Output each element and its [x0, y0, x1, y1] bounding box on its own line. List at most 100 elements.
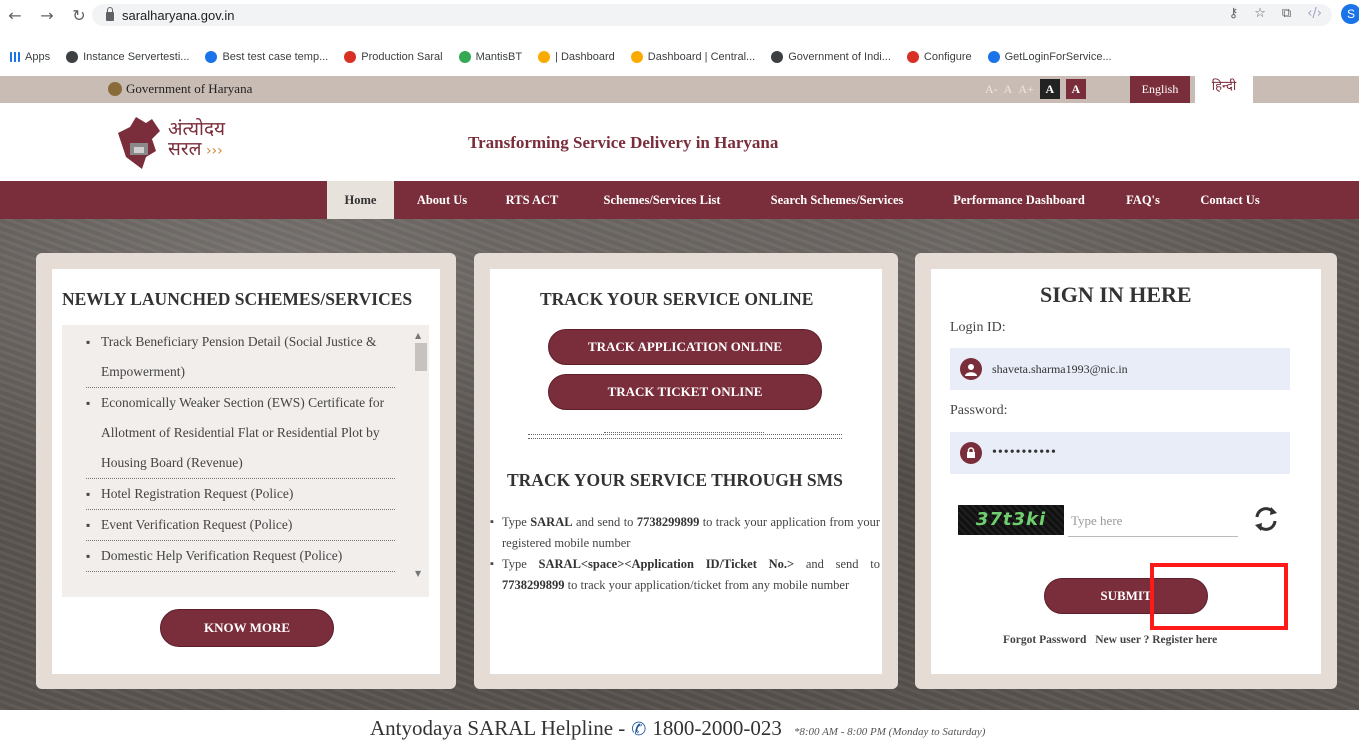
nav-home[interactable]: Home	[327, 181, 394, 219]
star-icon[interactable]: ☆	[1254, 6, 1266, 21]
apps-grid-icon	[10, 52, 20, 62]
nav-rts-act[interactable]: RTS ACT	[488, 181, 576, 219]
bookmark-item[interactable]: MantisBT	[458, 51, 523, 63]
captcha-image: 37t3ki	[958, 505, 1064, 535]
font-decrease[interactable]: A-	[985, 82, 998, 97]
login-id-value: shaveta.sharma1993@nic.in	[992, 361, 1128, 376]
bookmark-item[interactable]: | Dashboard	[538, 51, 615, 63]
bookmark-favicon-icon	[906, 51, 919, 63]
password-value: •••••••••••	[992, 445, 1057, 460]
helpline: Antyodaya SARAL Helpline - ✆ 1800-2000-0…	[370, 716, 985, 741]
register-link[interactable]: New user ? Register here	[1095, 634, 1217, 646]
bookmark-label: Instance Servertesti...	[83, 51, 190, 63]
profile-avatar[interactable]: S	[1341, 4, 1359, 24]
divider-accent	[604, 428, 764, 433]
browser-chrome: ← → ↻ saralharyana.gov.in ⚷ ☆ ⧉ ‹/› S Ap…	[0, 0, 1359, 63]
sms-instruction-2: Type SARAL<space><Application ID/Ticket …	[490, 554, 880, 596]
track-application-button[interactable]: TRACK APPLICATION ONLINE	[548, 329, 822, 365]
refresh-icon[interactable]	[1251, 504, 1281, 534]
signin-title: SIGN IN HERE	[1040, 282, 1192, 307]
nav-faqs[interactable]: FAQ's	[1112, 181, 1174, 219]
bookmark-favicon-icon	[987, 51, 1000, 63]
bookmark-item[interactable]: Production Saral	[344, 51, 443, 63]
sms-instructions: Type SARAL and send to 7738299899 to tra…	[490, 512, 880, 596]
scroll-thumb[interactable]	[415, 343, 427, 371]
nav-schemes-list[interactable]: Schemes/Services List	[584, 181, 740, 219]
omnibox-icons: ⚷ ☆ ⧉ ‹/›	[1229, 6, 1322, 21]
bookmark-favicon-icon	[344, 51, 357, 63]
bookmark-label: MantisBT	[475, 51, 523, 63]
back-icon[interactable]: ←	[4, 6, 26, 25]
apps-bookmark[interactable]: Apps	[10, 51, 50, 63]
bookmark-item[interactable]: Government of Indi...	[771, 51, 891, 63]
know-more-button[interactable]: KNOW MORE	[160, 609, 334, 647]
list-item[interactable]: Domestic Help Verification Request (Poli…	[86, 541, 395, 572]
extension-icon[interactable]: ⧉	[1282, 6, 1291, 21]
bookmark-item[interactable]: Instance Servertesti...	[66, 51, 189, 63]
sms-instruction-1: Type SARAL and send to 7738299899 to tra…	[490, 512, 880, 554]
divider	[528, 434, 842, 439]
lang-hindi[interactable]: हिन्दी	[1195, 76, 1253, 103]
scroll-up-icon[interactable]: ▲	[415, 331, 421, 340]
code-icon[interactable]: ‹/›	[1307, 6, 1322, 21]
password-field[interactable]: •••••••••••	[950, 432, 1290, 474]
highlight-annotation	[1150, 563, 1288, 630]
saral-logo[interactable]: अंत्योदय सरल ›››	[112, 109, 262, 175]
schemes-list: Track Beneficiary Pension Detail (Social…	[62, 325, 429, 597]
bookmarks-bar: Apps Instance Servertesti... Best test cas…	[0, 46, 1359, 68]
bookmark-favicon-icon	[458, 51, 471, 63]
nav-contact-us[interactable]: Contact Us	[1182, 181, 1278, 219]
forgot-password-link[interactable]: Forgot Password	[1003, 634, 1086, 646]
padlock-icon	[960, 442, 982, 464]
bookmark-item[interactable]: Dashboard | Central...	[630, 51, 755, 63]
address-bar[interactable]: saralharyana.gov.in ⚷ ☆ ⧉ ‹/›	[92, 4, 1332, 26]
tagline: Transforming Service Delivery in Haryana	[468, 133, 779, 152]
lang-english[interactable]: English	[1130, 76, 1190, 103]
list-item[interactable]: Event Verification Request (Police)	[86, 510, 395, 541]
bookmark-label: Configure	[923, 51, 972, 63]
nav-search-schemes[interactable]: Search Schemes/Services	[748, 181, 926, 219]
track-ticket-button[interactable]: TRACK TICKET ONLINE	[548, 374, 822, 410]
contrast-dark[interactable]: A	[1039, 79, 1060, 99]
bookmark-label: Production Saral	[361, 51, 443, 63]
bookmark-label: | Dashboard	[555, 51, 615, 63]
bookmark-favicon-icon	[771, 51, 784, 63]
bookmark-favicon-icon	[630, 51, 643, 63]
list-item[interactable]: Hotel Registration Request (Police)	[86, 479, 395, 510]
login-id-field[interactable]: shaveta.sharma1993@nic.in	[950, 348, 1290, 390]
bookmark-item[interactable]: Best test case temp...	[205, 51, 328, 63]
logo-text: अंत्योदय सरल ›››	[168, 119, 225, 161]
main-nav: Home About Us RTS ACT Schemes/Services L…	[0, 181, 1359, 219]
contrast-maroon[interactable]: A	[1065, 79, 1086, 99]
login-id-label: Login ID:	[950, 320, 1006, 335]
list-item[interactable]: Track Beneficiary Pension Detail (Social…	[86, 327, 395, 388]
scroll-down-icon[interactable]: ▼	[415, 569, 421, 578]
url-text: saralharyana.gov.in	[122, 7, 235, 23]
password-label: Password:	[950, 403, 1008, 418]
helpline-number[interactable]: 1800-2000-023	[652, 716, 782, 741]
schemes-scrollbar[interactable]: ▲ ▼	[413, 331, 427, 583]
schemes-title: NEWLY LAUNCHED SCHEMES/SERVICES	[62, 289, 413, 309]
key-icon[interactable]: ⚷	[1229, 6, 1239, 21]
bookmark-item[interactable]: Configure	[906, 51, 972, 63]
bookmark-item[interactable]: GetLoginForService...	[987, 51, 1112, 63]
phone-icon: ✆	[631, 719, 647, 740]
reload-icon[interactable]: ↻	[68, 6, 90, 25]
forward-icon[interactable]: →	[36, 6, 58, 25]
emblem-icon	[108, 82, 122, 96]
signin-links: Forgot Password New user ? Register here	[1003, 634, 1223, 646]
address-row: ← → ↻ saralharyana.gov.in ⚷ ☆ ⧉ ‹/› S	[0, 0, 1359, 30]
font-normal[interactable]: A	[1004, 82, 1013, 97]
track-title: TRACK YOUR SERVICE ONLINE	[540, 289, 814, 309]
bookmark-label: GetLoginForService...	[1004, 51, 1112, 63]
font-increase[interactable]: A+	[1018, 82, 1033, 97]
bookmark-label: Best test case temp...	[222, 51, 329, 63]
nav-about-us[interactable]: About Us	[404, 181, 480, 219]
captcha-input[interactable]	[1068, 505, 1238, 537]
list-item[interactable]: Economically Weaker Section (EWS) Certif…	[86, 388, 395, 479]
nav-performance-dashboard[interactable]: Performance Dashboard	[934, 181, 1104, 219]
sms-title: TRACK YOUR SERVICE THROUGH SMS	[507, 470, 843, 490]
lock-icon	[106, 6, 114, 21]
helpline-label: Antyodaya SARAL Helpline -	[370, 716, 626, 740]
bookmark-label: Government of Indi...	[788, 51, 891, 63]
